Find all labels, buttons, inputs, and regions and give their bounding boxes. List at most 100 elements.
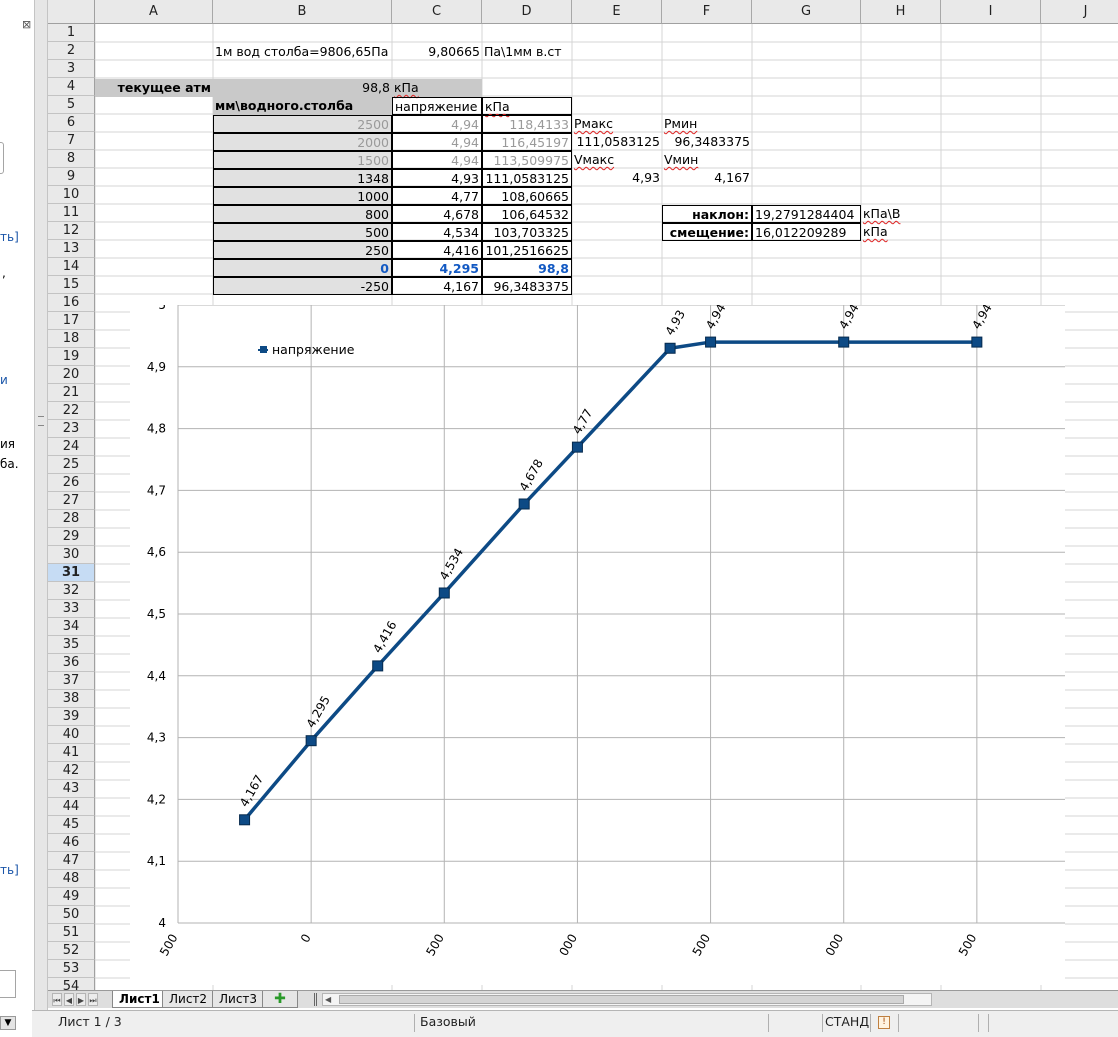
row-header-1[interactable]: 1 [48,24,95,42]
cell-d7[interactable]: 116,45197 [482,133,572,151]
row-header-41[interactable]: 41 [48,744,95,762]
row-header-6[interactable]: 6 [48,114,95,132]
cell-e9[interactable]: 4,93 [572,169,662,187]
row-header-35[interactable]: 35 [48,636,95,654]
cell-b15[interactable]: -250 [213,277,392,295]
cell-c2[interactable]: 9,80665 [392,43,482,61]
cell-d8[interactable]: 113,509975 [482,151,572,169]
row-header-14[interactable]: 14 [48,258,95,276]
row-header-45[interactable]: 45 [48,816,95,834]
cell-f6[interactable]: Pмин [662,115,752,133]
cell-f7[interactable]: 96,3483375 [662,133,752,151]
cell-f8[interactable]: Vмин [662,151,752,169]
row-header-46[interactable]: 46 [48,834,95,852]
cell-b10[interactable]: 1000 [213,187,392,205]
row-header-23[interactable]: 23 [48,420,95,438]
cell-d2[interactable]: Па\1мм в.ст [482,43,572,61]
tab-sheet2[interactable]: Лист2 [162,991,215,1008]
first-sheet-icon[interactable]: ⏮ [52,993,62,1006]
cell-b12[interactable]: 500 [213,223,392,241]
sidebar-link[interactable]: и [0,373,8,387]
tab-splitter[interactable] [314,993,317,1006]
next-sheet-icon[interactable]: ▶ [76,993,86,1006]
tab-sheet1[interactable]: Лист1 [112,991,167,1008]
column-header-a[interactable]: A [95,0,213,24]
row-header-15[interactable]: 15 [48,276,95,294]
row-header-47[interactable]: 47 [48,852,95,870]
cell-g11[interactable]: 19,2791284404 [752,205,861,223]
close-icon[interactable]: ⊠ [22,18,31,31]
cell-d12[interactable]: 103,703325 [482,223,572,241]
row-header-50[interactable]: 50 [48,906,95,924]
cell-c8[interactable]: 4,94 [392,151,482,169]
row-header-36[interactable]: 36 [48,654,95,672]
column-header-f[interactable]: F [662,0,752,24]
column-header-e[interactable]: E [572,0,662,24]
row-header-34[interactable]: 34 [48,618,95,636]
row-header-9[interactable]: 9 [48,168,95,186]
column-header-b[interactable]: B [213,0,392,24]
cell-c15[interactable]: 4,167 [392,277,482,295]
sidebar-button[interactable] [0,142,4,174]
add-sheet-icon[interactable]: ✚ [262,991,298,1008]
row-header-20[interactable]: 20 [48,366,95,384]
row-header-17[interactable]: 17 [48,312,95,330]
cell-g12[interactable]: 16,012209289 [752,223,861,241]
row-header-3[interactable]: 3 [48,60,95,78]
cell-b5[interactable]: мм\водного.столба [213,97,392,115]
cell-h11[interactable]: кПа\В [861,205,941,223]
cell-b6[interactable]: 2500 [213,115,392,133]
row-header-10[interactable]: 10 [48,186,95,204]
cell-c10[interactable]: 4,77 [392,187,482,205]
cell-b7[interactable]: 2000 [213,133,392,151]
row-header-8[interactable]: 8 [48,150,95,168]
cell-f11[interactable]: наклон: [662,205,752,223]
horizontal-scrollbar[interactable]: ◀ [322,993,932,1006]
column-header-h[interactable]: H [861,0,941,24]
row-header-29[interactable]: 29 [48,528,95,546]
column-header-i[interactable]: I [941,0,1041,24]
cell-c9[interactable]: 4,93 [392,169,482,187]
row-header-33[interactable]: 33 [48,600,95,618]
cell-c7[interactable]: 4,94 [392,133,482,151]
row-header-51[interactable]: 51 [48,924,95,942]
cell-d5[interactable]: кПа [482,97,572,115]
cell-c4[interactable]: кПа [392,79,482,97]
cell-e6[interactable]: Pмакс [572,115,662,133]
cell-b14[interactable]: 0 [213,259,392,277]
prev-sheet-icon[interactable]: ◀ [64,993,74,1006]
row-header-38[interactable]: 38 [48,690,95,708]
sidebar-link[interactable]: ть] [0,230,19,244]
scroll-left-icon[interactable]: ◀ [325,994,331,1005]
chevron-down-icon[interactable]: ▼ [0,1016,16,1030]
row-header-27[interactable]: 27 [48,492,95,510]
row-header-54[interactable]: 54 [48,978,95,990]
line-chart[interactable]: 4 4,1 4,2 4,3 4,4 4,5 4,6 4,7 4,8 4,9 5 500 0 500 000 5… [130,305,1065,985]
row-header-39[interactable]: 39 [48,708,95,726]
row-header-48[interactable]: 48 [48,870,95,888]
row-header-40[interactable]: 40 [48,726,95,744]
status-style[interactable]: Базовый [420,1011,476,1037]
row-header-30[interactable]: 30 [48,546,95,564]
row-header-53[interactable]: 53 [48,960,95,978]
cell-d11[interactable]: 106,64532 [482,205,572,223]
cell-d6[interactable]: 118,4133 [482,115,572,133]
cell-b13[interactable]: 250 [213,241,392,259]
cell-e7[interactable]: 111,0583125 [572,133,662,151]
row-header-5[interactable]: 5 [48,96,95,114]
cell-b8[interactable]: 1500 [213,151,392,169]
row-header-28[interactable]: 28 [48,510,95,528]
cell-c11[interactable]: 4,678 [392,205,482,223]
row-header-11[interactable]: 11 [48,204,95,222]
cell-c6[interactable]: 4,94 [392,115,482,133]
row-header-37[interactable]: 37 [48,672,95,690]
sidebar-splitter[interactable] [34,0,48,1010]
row-header-32[interactable]: 32 [48,582,95,600]
row-header-18[interactable]: 18 [48,330,95,348]
column-header-d[interactable]: D [482,0,572,24]
cell-h12[interactable]: кПа [861,223,941,241]
row-header-26[interactable]: 26 [48,474,95,492]
cell-d9[interactable]: 111,0583125 [482,169,572,187]
cell-b11[interactable]: 800 [213,205,392,223]
row-header-52[interactable]: 52 [48,942,95,960]
